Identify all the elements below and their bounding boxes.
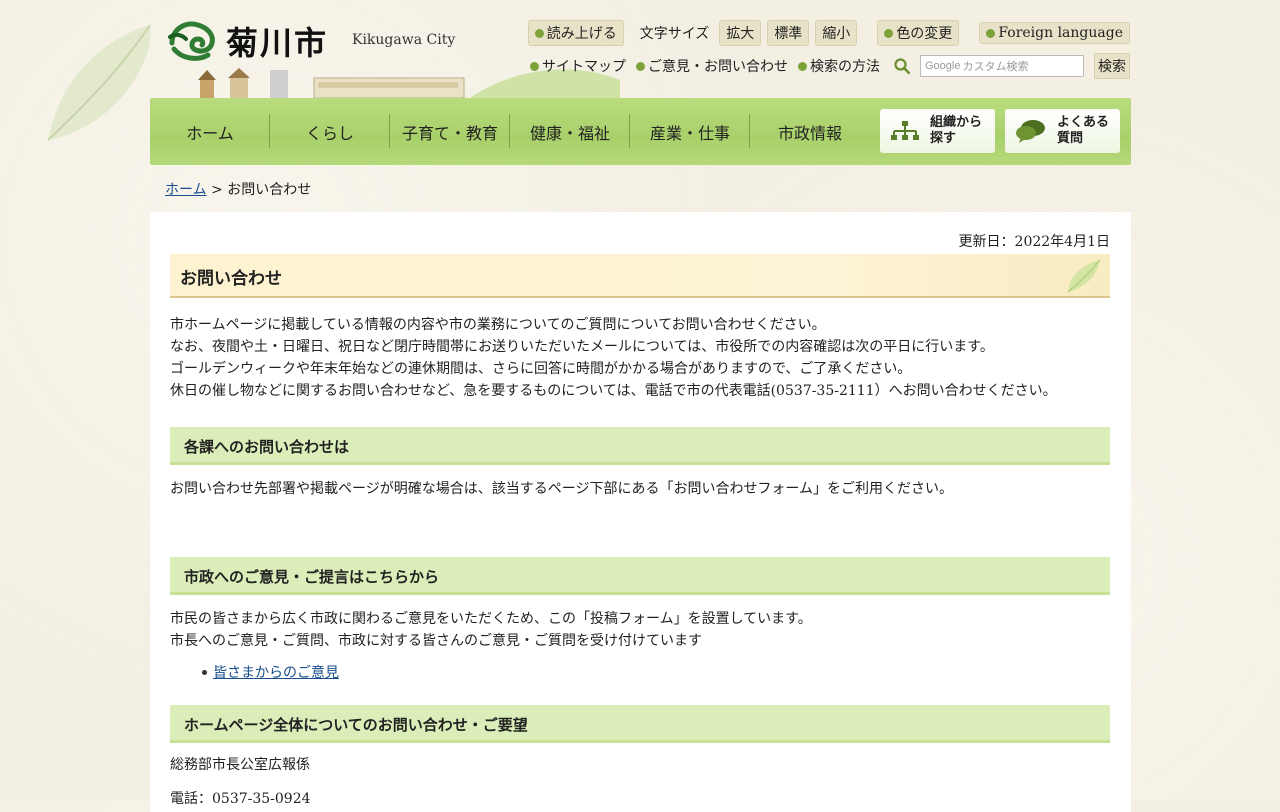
section-heading-opinions: 市政へのご意見・ご提言はこちらから xyxy=(170,557,1110,595)
leaf-icon xyxy=(1067,259,1101,293)
page-title-text: お問い合わせ xyxy=(180,269,282,289)
intro-line-4: 休日の催し物などに関するお問い合わせなど、急を要するものについては、電話で市の代… xyxy=(170,383,1057,399)
nav-item-health-welfare[interactable]: 健康・福祉 xyxy=(510,98,630,165)
intro-line-1: 市ホームページに掲載している情報の内容や市の業務についてのご質問についてお問い合… xyxy=(170,317,826,333)
nav-items: ホーム くらし 子育て・教育 健康・福祉 産業・仕事 市政情報 xyxy=(150,98,870,165)
font-normal-label: 標準 xyxy=(774,26,803,42)
org-search-line1: 組織から xyxy=(930,115,983,130)
search-input[interactable]: Google カスタム検索 xyxy=(920,55,1084,77)
font-normal-button[interactable]: 標準 xyxy=(767,20,810,46)
speech-bubble-icon xyxy=(1016,120,1045,143)
faq-button[interactable]: よくある 質問 xyxy=(1005,109,1120,153)
website-phone: 電話：0537-35-0924 xyxy=(170,791,311,807)
main-content: 更新日：2022年4月1日 お問い合わせ 市ホームページに掲載している情報の内容… xyxy=(150,212,1131,812)
org-search-line2: 探す xyxy=(930,131,957,146)
nav-item-life[interactable]: くらし xyxy=(270,98,390,165)
arrow-bullet-icon xyxy=(798,61,807,71)
intro-text: 市ホームページに掲載している情報の内容や市の業務についてのご質問についてお問い合… xyxy=(170,314,1057,402)
section-heading-departments: 各課へのお問い合わせは xyxy=(170,427,1110,465)
org-search-button[interactable]: 組織から 探す xyxy=(880,109,995,153)
arrow-bullet-icon xyxy=(534,28,544,38)
font-large-label: 拡大 xyxy=(726,26,755,42)
nav-item-industry-work[interactable]: 産業・仕事 xyxy=(630,98,750,165)
search-method-link[interactable]: 検索の方法 xyxy=(798,56,880,76)
faq-line2: 質問 xyxy=(1057,131,1084,146)
faq-line1: よくある xyxy=(1057,115,1110,130)
org-chart-icon xyxy=(891,121,919,140)
intro-line-2: なお、夜間や土・日曜日、祝日など閉庁時間帯にお送りいただいたメールについては、市… xyxy=(170,339,994,355)
opinions-line-2: 市長へのご意見・ご質問、市政に対する皆さんのご意見・ご質問を受け付けています xyxy=(170,633,702,649)
read-aloud-button[interactable]: 読み上げる xyxy=(527,20,624,46)
read-aloud-label: 読み上げる xyxy=(546,26,617,42)
updated-date: 更新日：2022年4月1日 xyxy=(958,234,1110,250)
breadcrumb: ホーム > お問い合わせ xyxy=(165,179,311,199)
feedback-label: ご意見・お問い合わせ xyxy=(648,59,788,75)
color-change-label: 色の変更 xyxy=(896,26,953,42)
font-small-label: 縮小 xyxy=(822,26,851,42)
website-department: 総務部市長公室広報係 xyxy=(170,757,310,773)
font-large-button[interactable]: 拡大 xyxy=(719,20,762,46)
page-title: お問い合わせ xyxy=(170,254,1110,298)
search-method-label: 検索の方法 xyxy=(810,59,880,75)
color-change-button[interactable]: 色の変更 xyxy=(877,20,960,46)
opinions-line-1: 市民の皆さまから広く市政に関わるご意見をいただくため、この「投稿フォーム」を設置… xyxy=(170,611,812,627)
arrow-bullet-icon xyxy=(530,61,539,71)
breadcrumb-home-link[interactable]: ホーム xyxy=(165,182,207,198)
leaf-decoration-icon xyxy=(47,24,151,141)
page: 菊川市 Kikugawa City 読み上げる 文字サイズ 拡大 標準 縮小 色… xyxy=(0,0,1280,812)
feedback-link[interactable]: ご意見・お問い合わせ xyxy=(636,56,788,76)
header-links: サイトマップ ご意見・お問い合わせ 検索の方法 Google カスタム検索 検索 xyxy=(530,53,1130,79)
site-logo[interactable]: 菊川市 xyxy=(168,18,328,64)
arrow-bullet-icon xyxy=(636,61,645,71)
intro-line-3: ゴールデンウィークや年末年始などの連休期間は、さらに回答に時間がかかる場合があり… xyxy=(170,361,912,377)
logo-english: Kikugawa City xyxy=(352,32,456,48)
org-search-label: 組織から 探す xyxy=(930,115,982,147)
foreign-language-button[interactable]: Foreign language xyxy=(979,22,1130,44)
list-item: 皆さまからのご意見 xyxy=(202,662,339,682)
kikugawa-logo-icon xyxy=(168,21,215,61)
arrow-bullet-icon xyxy=(884,28,894,38)
font-size-label: 文字サイズ xyxy=(639,26,710,42)
google-label: Google xyxy=(925,60,961,72)
sitemap-link[interactable]: サイトマップ xyxy=(530,56,626,76)
opinions-link[interactable]: 皆さまからのご意見 xyxy=(213,662,339,682)
logo-text: 菊川市 xyxy=(226,24,329,62)
utility-toolbar: 読み上げる 文字サイズ 拡大 標準 縮小 色の変更 Foreign langua… xyxy=(527,20,1130,46)
nav-item-home[interactable]: ホーム xyxy=(150,98,270,165)
nav-item-childcare-education[interactable]: 子育て・教育 xyxy=(390,98,510,165)
global-nav: ホーム くらし 子育て・教育 健康・福祉 産業・仕事 市政情報 組織から 探す xyxy=(150,98,1131,165)
section-opinions-text: 市民の皆さまから広く市政に関わるご意見をいただくため、この「投稿フォーム」を設置… xyxy=(170,608,812,652)
section-heading-website: ホームページ全体についてのお問い合わせ・ご要望 xyxy=(170,705,1110,743)
arrow-bullet-icon xyxy=(986,28,996,38)
search-button[interactable]: 検索 xyxy=(1094,53,1130,79)
breadcrumb-separator: > xyxy=(211,182,223,198)
breadcrumb-current: お問い合わせ xyxy=(227,182,312,198)
font-small-button[interactable]: 縮小 xyxy=(815,20,858,46)
search-placeholder: カスタム検索 xyxy=(962,60,1029,73)
bullet-icon xyxy=(202,669,207,675)
faq-label: よくある 質問 xyxy=(1057,115,1109,147)
nav-item-city-info[interactable]: 市政情報 xyxy=(750,98,870,165)
foreign-language-label: Foreign language xyxy=(998,25,1123,41)
search-icon xyxy=(894,58,910,74)
sitemap-label: サイトマップ xyxy=(542,59,626,75)
section-departments-text: お問い合わせ先部署や掲載ページが明確な場合は、該当するページ下部にある「お問い合… xyxy=(170,481,954,497)
